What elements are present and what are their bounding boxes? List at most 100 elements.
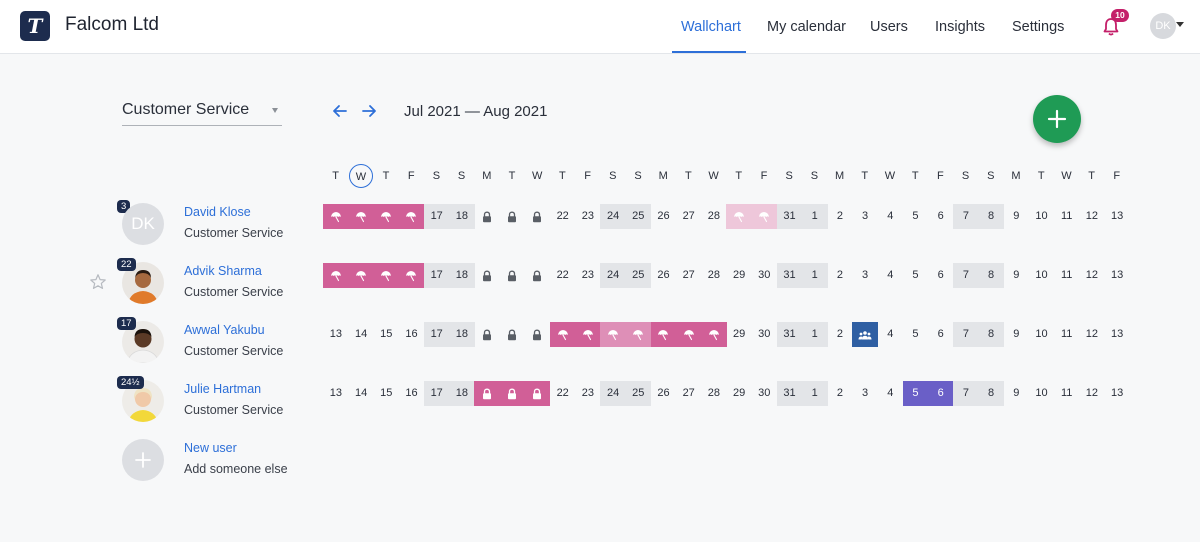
day-cell[interactable]: 24 <box>600 204 626 229</box>
day-cell[interactable]: 22 <box>550 204 576 229</box>
day-cell[interactable]: 10 <box>1029 381 1055 406</box>
lock-icon[interactable] <box>499 381 526 406</box>
day-cell[interactable]: 18 <box>449 263 475 288</box>
nav-wallchart[interactable]: Wallchart <box>681 0 741 54</box>
day-cell[interactable]: 24 <box>600 381 626 406</box>
day-cell[interactable]: 5 <box>903 263 929 288</box>
day-cell[interactable]: 11 <box>1054 322 1080 347</box>
day-cell[interactable]: 9 <box>1003 381 1029 406</box>
day-cell[interactable]: 31 <box>776 322 803 347</box>
day-cell[interactable]: 3 <box>852 263 878 288</box>
day-cell[interactable]: 22 <box>550 263 576 288</box>
day-cell[interactable]: 2 <box>827 204 853 229</box>
umbrella-icon[interactable] <box>398 204 425 229</box>
day-cell[interactable]: 8 <box>978 322 1004 347</box>
umbrella-icon[interactable] <box>373 204 400 229</box>
umbrella-icon[interactable] <box>701 322 727 347</box>
avatar[interactable]: DK <box>122 203 164 245</box>
day-cell[interactable]: 30 <box>751 263 777 288</box>
day-cell[interactable]: 4 <box>877 263 903 288</box>
day-cell[interactable]: 25 <box>625 381 652 406</box>
day-cell[interactable]: 4 <box>877 381 903 406</box>
umbrella-icon[interactable] <box>675 322 702 347</box>
umbrella-icon[interactable] <box>348 263 374 288</box>
lock-icon[interactable] <box>499 263 525 288</box>
day-cell[interactable]: 10 <box>1029 204 1055 229</box>
umbrella-icon[interactable] <box>323 263 349 288</box>
day-cell[interactable]: 17 <box>423 381 450 406</box>
day-cell[interactable]: 12 <box>1079 204 1105 229</box>
day-cell[interactable]: 13 <box>1104 263 1130 288</box>
day-cell[interactable]: 29 <box>726 381 752 406</box>
day-cell[interactable]: 24 <box>600 263 626 288</box>
nav-settings[interactable]: Settings <box>1012 0 1064 54</box>
umbrella-icon[interactable] <box>373 263 400 288</box>
day-cell[interactable]: 11 <box>1054 381 1080 406</box>
day-cell[interactable]: 8 <box>978 263 1004 288</box>
day-cell[interactable]: 12 <box>1079 322 1105 347</box>
day-cell[interactable]: 25 <box>625 263 652 288</box>
day-cell[interactable]: 2 <box>827 263 853 288</box>
day-cell[interactable]: 6 <box>928 204 954 229</box>
day-cell[interactable]: 22 <box>550 381 576 406</box>
day-cell[interactable]: 30 <box>751 322 777 347</box>
lock-icon[interactable] <box>474 322 500 347</box>
lock-icon[interactable] <box>525 322 551 347</box>
lock-icon[interactable] <box>499 204 525 229</box>
day-cell[interactable]: 25 <box>625 204 652 229</box>
day-cell[interactable]: 11 <box>1054 263 1080 288</box>
day-cell[interactable]: 31 <box>776 263 803 288</box>
day-cell[interactable]: 8 <box>978 204 1004 229</box>
day-cell[interactable]: 28 <box>701 263 727 288</box>
day-cell[interactable]: 4 <box>877 204 903 229</box>
day-cell[interactable]: 15 <box>373 322 399 347</box>
day-cell[interactable]: 4 <box>877 322 903 347</box>
day-cell[interactable]: 16 <box>399 381 425 406</box>
lock-icon[interactable] <box>524 381 551 406</box>
add-leave-button[interactable] <box>1033 95 1081 143</box>
day-cell[interactable]: 3 <box>852 204 878 229</box>
day-cell[interactable]: 31 <box>776 204 803 229</box>
day-cell[interactable]: 5 <box>903 322 929 347</box>
day-cell[interactable]: 1 <box>801 322 828 347</box>
lock-icon[interactable] <box>525 263 551 288</box>
day-cell[interactable]: 8 <box>978 381 1004 406</box>
day-cell[interactable]: 7 <box>953 204 979 229</box>
day-cell[interactable]: 1 <box>801 204 828 229</box>
nav-insights[interactable]: Insights <box>935 0 985 54</box>
day-cell[interactable]: 16 <box>399 322 425 347</box>
app-logo[interactable]: T <box>20 11 50 41</box>
day-cell[interactable]: 18 <box>449 322 475 347</box>
day-cell[interactable]: 9 <box>1003 263 1029 288</box>
day-cell[interactable]: 6 <box>927 381 954 406</box>
lock-icon[interactable] <box>499 322 525 347</box>
user-name-link[interactable]: David Klose <box>184 205 251 219</box>
day-cell[interactable]: 13 <box>323 322 349 347</box>
day-cell[interactable]: 18 <box>449 204 475 229</box>
day-cell[interactable]: 31 <box>776 381 803 406</box>
day-cell[interactable]: 29 <box>726 322 752 347</box>
umbrella-icon[interactable] <box>751 204 778 229</box>
day-cell[interactable]: 6 <box>928 263 954 288</box>
day-cell[interactable]: 11 <box>1054 204 1080 229</box>
user-name-link[interactable]: Advik Sharma <box>184 264 262 278</box>
nav-my-calendar[interactable]: My calendar <box>767 0 846 54</box>
arrow-left-icon[interactable] <box>330 101 350 121</box>
day-cell[interactable]: 6 <box>928 322 954 347</box>
day-cell[interactable]: 23 <box>575 263 601 288</box>
day-cell[interactable]: 28 <box>701 381 727 406</box>
day-cell[interactable]: 9 <box>1003 322 1029 347</box>
day-cell[interactable]: 26 <box>651 263 677 288</box>
add-user-button[interactable] <box>122 439 164 481</box>
day-cell[interactable]: 14 <box>348 381 374 406</box>
day-cell[interactable]: 17 <box>423 263 450 288</box>
day-cell[interactable]: 13 <box>1104 204 1130 229</box>
arrow-right-icon[interactable] <box>359 101 379 121</box>
day-cell[interactable]: 27 <box>676 381 702 406</box>
day-cell[interactable]: 12 <box>1079 263 1105 288</box>
day-cell[interactable]: 17 <box>423 322 450 347</box>
day-cell[interactable]: 17 <box>423 204 450 229</box>
umbrella-icon[interactable] <box>348 204 374 229</box>
day-cell[interactable]: 23 <box>575 381 601 406</box>
day-cell[interactable]: 13 <box>1104 322 1130 347</box>
